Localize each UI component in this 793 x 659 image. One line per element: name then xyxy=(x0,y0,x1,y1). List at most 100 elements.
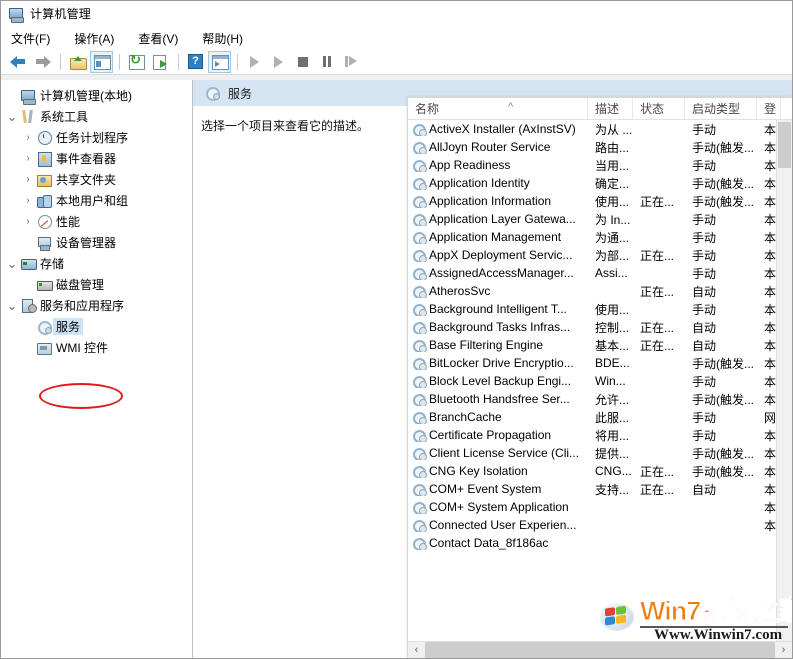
service-row[interactable]: AppX Deployment Servic... 为部... 正在... 手动 本 xyxy=(408,246,776,264)
vertical-scrollbar[interactable] xyxy=(776,120,792,641)
pause-service-button[interactable] xyxy=(315,51,338,73)
service-row[interactable]: Background Tasks Infras... 控制... 正在... 自动 本 xyxy=(408,318,776,336)
service-description-cell: Win... xyxy=(595,374,626,388)
stop-service-button[interactable] xyxy=(291,51,314,73)
service-row[interactable]: Application Layer Gatewa... 为 In... 手动 本 xyxy=(408,210,776,228)
menu-help[interactable]: 帮助(H) xyxy=(200,28,253,49)
tree-item-2[interactable]: › 任务计划程序 xyxy=(1,127,192,148)
service-row[interactable]: CNG Key Isolation CNG... 正在... 手动(触发... 本 xyxy=(408,462,776,480)
tree-item-1[interactable]: ⌄ 系统工具 xyxy=(1,106,192,127)
service-row[interactable]: AllJoyn Router Service 路由... 手动(触发... 本 xyxy=(408,138,776,156)
service-name-label: AppX Deployment Servic... xyxy=(429,248,573,262)
service-name-label: Application Management xyxy=(429,230,562,244)
column-status[interactable]: 状态 xyxy=(633,98,685,120)
column-startup-type[interactable]: 启动类型 xyxy=(685,98,757,120)
service-row[interactable]: COM+ System Application 本 xyxy=(408,498,776,516)
services-list-rows[interactable]: ActiveX Installer (AxInstSV) 为从 ... 手动本 All… xyxy=(408,120,776,641)
service-row[interactable]: COM+ Event System 支持... 正在... 自动 本 xyxy=(408,480,776,498)
service-description-cell: 提供... xyxy=(595,446,630,461)
tree-item-4[interactable]: › 共享文件夹 xyxy=(1,169,192,190)
service-row[interactable]: Connected User Experien... 本 xyxy=(408,516,776,534)
shared-folders-icon xyxy=(35,173,53,187)
start-service-button[interactable] xyxy=(243,51,266,73)
service-row[interactable]: AssignedAccessManager... Assi... 手动 本 xyxy=(408,264,776,282)
show-hide-tree-button[interactable] xyxy=(90,50,113,73)
service-gear-icon xyxy=(412,447,427,460)
service-row[interactable]: Application Management 为通... 手动 本 xyxy=(408,228,776,246)
service-description-cell: 为通... xyxy=(595,230,630,245)
restart-service-button[interactable] xyxy=(339,51,362,73)
export-list-button[interactable] xyxy=(149,51,172,73)
chevron-down-icon[interactable]: ⌄ xyxy=(5,299,19,312)
horizontal-scrollbar-thumb[interactable] xyxy=(425,642,775,658)
service-row[interactable]: Background Intelligent T... 使用... 手动 本 xyxy=(408,300,776,318)
properties-view-button[interactable] xyxy=(208,50,231,73)
column-description[interactable]: 描述 xyxy=(588,98,633,120)
service-row[interactable]: ActiveX Installer (AxInstSV) 为从 ... 手动 本 xyxy=(408,120,776,138)
refresh-button[interactable] xyxy=(125,51,148,73)
service-row[interactable]: Certificate Propagation 将用... 手动 本 xyxy=(408,426,776,444)
services-list-header[interactable]: 名称 描述 状态 启动类型 登 xyxy=(408,98,792,120)
forward-button[interactable] xyxy=(31,51,54,73)
service-row[interactable]: BitLocker Drive Encryptio... BDE... 手动(触发.… xyxy=(408,354,776,372)
service-name-label: Certificate Propagation xyxy=(429,428,552,442)
service-name-label: ActiveX Installer (AxInstSV) xyxy=(429,122,576,136)
service-logon-as-cell: 本 xyxy=(764,266,776,281)
chevron-down-icon[interactable]: ⌄ xyxy=(5,110,19,123)
service-row[interactable]: Contact Data_8f186ac xyxy=(408,534,776,552)
chevron-right-icon[interactable]: › xyxy=(21,195,35,206)
scroll-left-arrow-icon[interactable]: ‹ xyxy=(408,642,425,658)
scroll-right-arrow-icon[interactable]: › xyxy=(775,642,792,658)
tree-item-10[interactable]: ⌄ 服务和应用程序 xyxy=(1,295,192,316)
service-row[interactable]: BranchCache 此服... 手动 网 xyxy=(408,408,776,426)
horizontal-scrollbar[interactable]: ‹ › xyxy=(408,641,792,658)
service-name-label: Background Intelligent T... xyxy=(429,302,567,316)
resume-service-button[interactable] xyxy=(267,51,290,73)
column-name[interactable]: 名称 xyxy=(408,98,588,120)
service-startup-type-cell: 手动(触发... xyxy=(692,176,754,191)
vertical-scrollbar-thumb[interactable] xyxy=(778,122,791,168)
chevron-right-icon[interactable]: › xyxy=(21,153,35,164)
tree-root-computer-management[interactable]: 计算机管理(本地) xyxy=(1,85,192,106)
menu-view[interactable]: 查看(V) xyxy=(136,28,188,49)
service-row[interactable]: Bluetooth Handsfree Ser... 允许... 手动(触发... 本 xyxy=(408,390,776,408)
console-tree-pane[interactable]: 计算机管理(本地) ⌄ 系统工具 › 任务计划程序 › 事件查看器 › 共享文件夹 › 本地用户和… xyxy=(1,80,193,658)
chevron-right-icon[interactable]: › xyxy=(21,132,35,143)
column-name-label: 名称 xyxy=(415,101,440,116)
chevron-right-icon[interactable]: › xyxy=(21,216,35,227)
service-description-cell: CNG... xyxy=(595,464,632,478)
tree-item-9[interactable]: 磁盘管理 xyxy=(1,274,192,295)
service-row[interactable]: AtherosSvc 正在... 自动 本 xyxy=(408,282,776,300)
column-log-on-as[interactable]: 登 xyxy=(757,98,781,120)
service-row[interactable]: Base Filtering Engine 基本... 正在... 自动 本 xyxy=(408,336,776,354)
services-list-view[interactable]: 名称 描述 状态 启动类型 登 ActiveX Installer (AxInstSV)… xyxy=(407,97,792,658)
service-row[interactable]: Application Identity 确定... 手动(触发... 本 xyxy=(408,174,776,192)
menu-action[interactable]: 操作(A) xyxy=(72,28,124,49)
service-logon-as-cell: 本 xyxy=(764,284,776,299)
chevron-down-icon[interactable]: ⌄ xyxy=(5,257,19,270)
tree-item-5[interactable]: › 本地用户和组 xyxy=(1,190,192,211)
service-description-cell: 支持... xyxy=(595,482,630,497)
tree-item-label: 任务计划程序 xyxy=(56,131,129,145)
computer-management-icon xyxy=(8,6,24,23)
tree-item-11[interactable]: 服务 xyxy=(1,316,192,337)
service-row[interactable]: Application Information 使用... 正在... 手动(触发..… xyxy=(408,192,776,210)
chevron-right-icon[interactable]: › xyxy=(21,174,35,185)
up-folder-button[interactable] xyxy=(66,51,89,73)
service-row[interactable]: Block Level Backup Engi... Win... 手动 本 xyxy=(408,372,776,390)
menu-file[interactable]: 文件(F) xyxy=(9,28,60,49)
tree-item-label: 系统工具 xyxy=(40,110,89,124)
service-startup-type-cell: 手动(触发... xyxy=(692,140,754,155)
tree-item-3[interactable]: › 事件查看器 xyxy=(1,148,192,169)
tree-item-12[interactable]: WMI 控件 xyxy=(1,337,192,358)
help-button[interactable]: ? xyxy=(184,51,207,73)
back-button[interactable] xyxy=(7,51,30,73)
tree-item-6[interactable]: › 性能 xyxy=(1,211,192,232)
service-row[interactable]: Client License Service (Cli... 提供... 手动(触发… xyxy=(408,444,776,462)
tree-item-8[interactable]: ⌄ 存储 xyxy=(1,253,192,274)
service-row[interactable]: App Readiness 当用... 手动 本 xyxy=(408,156,776,174)
service-logon-as-cell: 本 xyxy=(764,194,776,209)
tree-item-7[interactable]: 设备管理器 xyxy=(1,232,192,253)
service-name-label: Contact Data_8f186ac xyxy=(429,536,549,550)
service-description-cell: Assi... xyxy=(595,266,628,280)
